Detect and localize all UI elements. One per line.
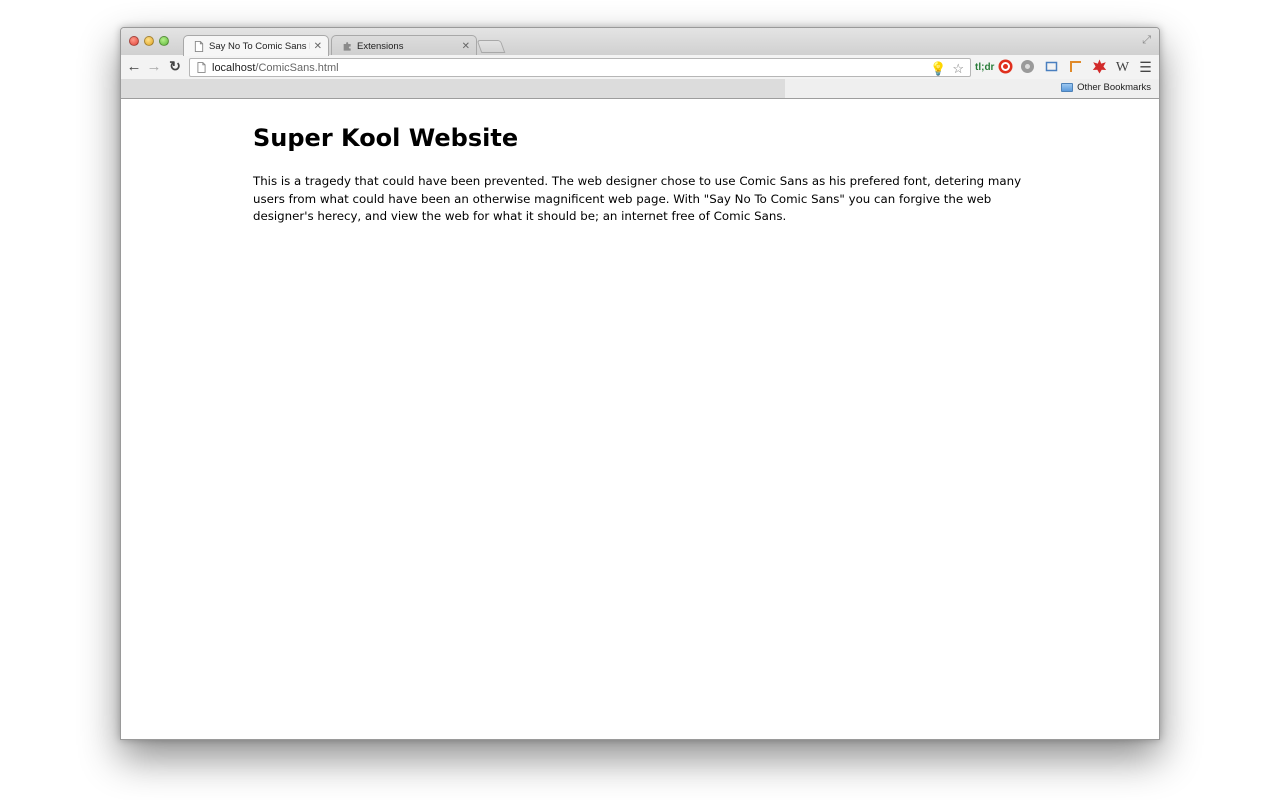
tab-title: Say No To Comic Sans Demo (209, 40, 310, 52)
tab-title: Extensions (357, 40, 404, 52)
bookmarks-bar: Other Bookmarks (121, 79, 1159, 99)
back-button[interactable]: ← (125, 58, 143, 75)
red-badge-icon[interactable] (1091, 59, 1108, 76)
crop-icon[interactable] (1043, 59, 1060, 76)
tab-close-icon[interactable]: ✕ (314, 41, 322, 52)
lightbulb-icon[interactable]: 💡 (930, 61, 946, 77)
address-bar[interactable]: localhost/ComicSans.html 💡 ☆ (189, 58, 971, 77)
toolbar: ← → ↻ localhost/ComicSans.html 💡 ☆ tl;dr (121, 55, 1159, 79)
tldr-icon[interactable]: tl;dr (975, 59, 994, 76)
url-host: localhost (212, 61, 256, 74)
grey-extension-icon[interactable] (1019, 59, 1036, 76)
zoom-window-button[interactable] (159, 36, 169, 46)
bookmark-star-icon[interactable]: ☆ (952, 61, 964, 77)
other-bookmarks-label: Other Bookmarks (1077, 82, 1151, 93)
url-path: /ComicSans.html (255, 61, 339, 74)
fullscreen-icon[interactable]: ⤢ (1142, 34, 1151, 47)
stop-icon[interactable] (997, 59, 1014, 76)
page-heading: Super Kool Website (253, 124, 519, 152)
puzzle-icon (343, 41, 351, 51)
new-tab-button[interactable] (476, 40, 506, 53)
minimize-window-button[interactable] (144, 36, 154, 46)
ruler-icon[interactable] (1067, 59, 1084, 76)
page-content: Super Kool Website This is a tragedy tha… (121, 100, 1159, 739)
tab-strip: Say No To Comic Sans Demo ✕ Extensions ✕… (121, 28, 1159, 56)
page-icon (197, 62, 206, 73)
browser-window: Say No To Comic Sans Demo ✕ Extensions ✕… (120, 27, 1160, 740)
other-bookmarks-button[interactable]: Other Bookmarks (1061, 82, 1151, 93)
wikipedia-icon[interactable]: W (1114, 59, 1131, 76)
close-window-button[interactable] (129, 36, 139, 46)
tab-comic-sans[interactable]: Say No To Comic Sans Demo ✕ (183, 35, 329, 56)
folder-icon (1061, 83, 1074, 92)
reload-button[interactable]: ↻ (166, 58, 184, 75)
page-paragraph: This is a tragedy that could have been p… (253, 174, 1022, 223)
tab-extensions[interactable]: Extensions ✕ (331, 35, 477, 56)
menu-icon[interactable]: ☰ (1137, 59, 1154, 76)
tab-close-icon[interactable]: ✕ (462, 41, 470, 52)
forward-button[interactable]: → (145, 58, 163, 75)
page-icon (194, 40, 204, 52)
